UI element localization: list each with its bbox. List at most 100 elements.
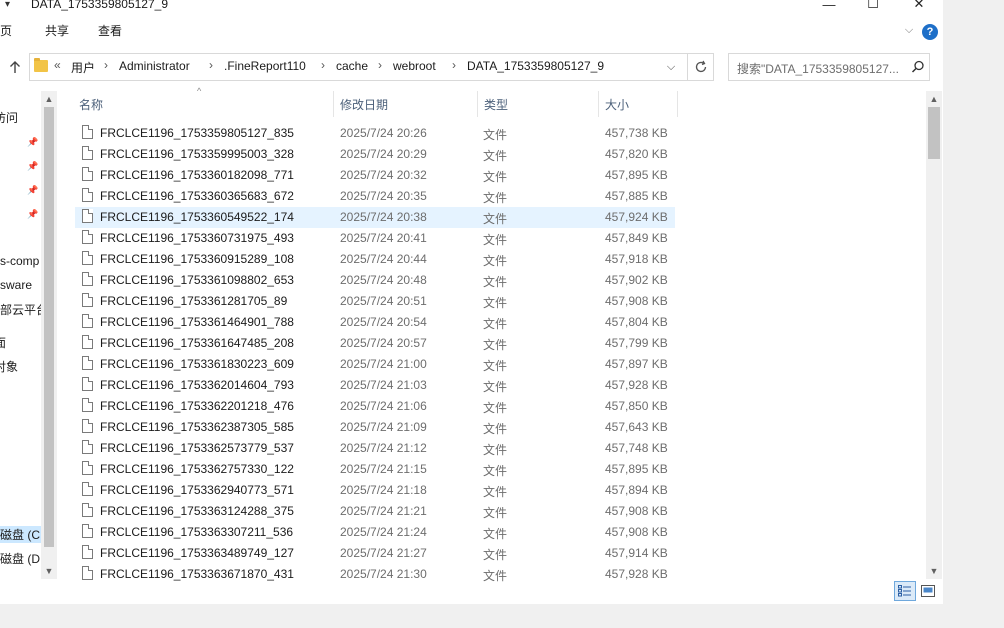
ribbon-expand-chevron-icon[interactable]: ⌵ <box>902 24 916 38</box>
table-row[interactable]: FRCLCE1196_1753362014604_793 2025/7/24 21… <box>75 375 675 396</box>
breadcrumb-users[interactable]: 用户 <box>71 59 95 76</box>
table-row[interactable]: FRCLCE1196_1753362573779_537 2025/7/24 21… <box>75 438 675 459</box>
file-size: 457,849 KB <box>605 231 668 245</box>
file-modified-date: 2025/7/24 20:26 <box>340 126 427 140</box>
breadcrumb-overflow[interactable]: « <box>54 58 61 72</box>
table-row[interactable]: FRCLCE1196_1753361281705_89 2025/7/24 20:… <box>75 291 675 312</box>
column-divider[interactable] <box>333 91 334 117</box>
table-row[interactable]: FRCLCE1196_1753361647485_208 2025/7/24 20… <box>75 333 675 354</box>
file-type: 文件 <box>483 149 508 163</box>
chevron-right-icon[interactable]: › <box>378 58 382 72</box>
table-row[interactable]: FRCLCE1196_1753362387305_585 2025/7/24 21… <box>75 417 675 438</box>
file-list-scrollbar[interactable]: ▲ ▼ <box>926 91 942 579</box>
breadcrumb-administrator[interactable]: Administrator <box>119 59 190 73</box>
breadcrumb-webroot[interactable]: webroot <box>393 59 436 73</box>
tab-share[interactable]: 共享 <box>45 22 69 39</box>
column-divider[interactable] <box>598 91 599 117</box>
chevron-right-icon[interactable]: › <box>321 58 325 72</box>
scroll-down-arrow-icon[interactable]: ▼ <box>41 563 57 579</box>
nav-pane-scrollbar[interactable]: ▲ ▼ <box>41 91 57 579</box>
table-row[interactable]: FRCLCE1196_1753359805127_835 2025/7/24 20… <box>75 123 675 144</box>
file-modified-date: 2025/7/24 21:21 <box>340 504 427 518</box>
file-modified-date: 2025/7/24 20:38 <box>340 210 427 224</box>
file-name: FRCLCE1196_1753362757330_122 <box>100 462 294 476</box>
file-icon <box>82 440 93 454</box>
tab-view[interactable]: 查看 <box>98 22 122 39</box>
pin-icon[interactable]: 📌 <box>27 185 38 195</box>
table-row[interactable]: FRCLCE1196_1753359995003_328 2025/7/24 20… <box>75 144 675 165</box>
pin-icon[interactable]: 📌 <box>27 161 38 171</box>
address-dropdown-icon[interactable]: ⌵ <box>662 58 680 76</box>
nav-item-desktop[interactable]: 面 <box>0 334 6 351</box>
search-icon[interactable] <box>911 60 925 74</box>
file-name: FRCLCE1196_1753360549522_174 <box>100 210 294 224</box>
chevron-right-icon[interactable]: › <box>452 58 456 72</box>
nav-item-sware[interactable]: sware <box>0 278 32 292</box>
table-row[interactable]: FRCLCE1196_1753362201218_476 2025/7/24 21… <box>75 396 675 417</box>
minimize-button[interactable]: — <box>806 0 852 13</box>
table-row[interactable]: FRCLCE1196_1753360731975_493 2025/7/24 20… <box>75 228 675 249</box>
search-input[interactable]: 搜索"DATA_1753359805127... <box>737 60 909 77</box>
table-row[interactable]: FRCLCE1196_1753361464901_788 2025/7/24 20… <box>75 312 675 333</box>
table-row[interactable]: FRCLCE1196_1753363124288_375 2025/7/24 21… <box>75 501 675 522</box>
file-icon <box>82 335 93 349</box>
file-icon <box>82 482 93 496</box>
file-name: FRCLCE1196_1753360731975_493 <box>100 231 294 245</box>
table-row[interactable]: FRCLCE1196_1753363671870_431 2025/7/24 21… <box>75 564 675 585</box>
file-type: 文件 <box>483 317 508 331</box>
table-row[interactable]: FRCLCE1196_1753361098802_653 2025/7/24 20… <box>75 270 675 291</box>
address-bar[interactable]: « 用户 › Administrator › .FineReport110 › … <box>29 53 714 81</box>
table-row[interactable]: FRCLCE1196_1753362940773_571 2025/7/24 21… <box>75 480 675 501</box>
scroll-down-arrow-icon[interactable]: ▼ <box>926 563 942 579</box>
file-type: 文件 <box>483 380 508 394</box>
table-row[interactable]: FRCLCE1196_1753360915289_108 2025/7/24 20… <box>75 249 675 270</box>
close-button[interactable]: ✕ <box>896 0 942 13</box>
nav-item-drive-d[interactable]: 磁盘 (D <box>0 550 40 567</box>
scroll-up-arrow-icon[interactable]: ▲ <box>926 91 942 107</box>
refresh-icon[interactable] <box>687 53 714 81</box>
file-modified-date: 2025/7/24 21:18 <box>340 483 427 497</box>
table-row[interactable]: FRCLCE1196_1753361830223_609 2025/7/24 21… <box>75 354 675 375</box>
help-icon[interactable]: ? <box>922 24 938 40</box>
search-box[interactable]: 搜索"DATA_1753359805127... <box>728 53 930 81</box>
file-modified-date: 2025/7/24 20:35 <box>340 189 427 203</box>
tab-home[interactable]: 主页 <box>0 22 12 39</box>
file-modified-date: 2025/7/24 20:44 <box>340 252 427 266</box>
nav-item-s-comp[interactable]: s-comp <box>0 254 39 268</box>
breadcrumb-cache[interactable]: cache <box>336 59 368 73</box>
file-list-scroll-thumb[interactable] <box>928 107 940 159</box>
table-row[interactable]: FRCLCE1196_1753362757330_122 2025/7/24 21… <box>75 459 675 480</box>
column-divider[interactable] <box>477 91 478 117</box>
file-name: FRCLCE1196_1753362940773_571 <box>100 483 294 497</box>
column-header-name[interactable]: 名称 <box>79 96 103 122</box>
arrow-up-icon[interactable] <box>6 58 24 76</box>
table-row[interactable]: FRCLCE1196_1753360365683_672 2025/7/24 20… <box>75 186 675 207</box>
scroll-up-arrow-icon[interactable]: ▲ <box>41 91 57 107</box>
window-title: DATA_1753359805127_9 <box>31 0 169 11</box>
table-row[interactable]: FRCLCE1196_1753360549522_174 2025/7/24 20… <box>75 207 675 228</box>
pin-icon[interactable]: 📌 <box>27 209 38 219</box>
large-icons-view-icon[interactable] <box>918 581 938 601</box>
table-row[interactable]: FRCLCE1196_1753363489749_127 2025/7/24 21… <box>75 543 675 564</box>
column-header-type[interactable]: 类型 <box>484 96 508 122</box>
file-icon <box>82 272 93 286</box>
chevron-right-icon[interactable]: › <box>104 58 108 72</box>
nav-item-quick-access[interactable]: 访问 <box>0 109 18 126</box>
pin-icon[interactable]: 📌 <box>27 137 38 147</box>
chevron-right-icon[interactable]: › <box>209 58 213 72</box>
file-type: 文件 <box>483 569 508 583</box>
details-view-icon[interactable] <box>894 581 916 601</box>
file-name: FRCLCE1196_1753363124288_375 <box>100 504 294 518</box>
nav-scroll-thumb[interactable] <box>44 107 54 547</box>
table-row[interactable]: FRCLCE1196_1753360182098_771 2025/7/24 20… <box>75 165 675 186</box>
column-header-date[interactable]: 修改日期 <box>340 96 388 122</box>
table-row[interactable]: FRCLCE1196_1753363307211_536 2025/7/24 21… <box>75 522 675 543</box>
column-divider[interactable] <box>677 91 678 117</box>
quick-access-dropdown-icon[interactable]: ▾ <box>5 0 10 10</box>
maximize-button[interactable]: ☐ <box>850 0 896 13</box>
file-icon <box>82 125 93 139</box>
breadcrumb-finereport[interactable]: .FineReport110 <box>224 59 306 73</box>
nav-item-3d-objects[interactable]: 对象 <box>0 358 18 375</box>
column-header-size[interactable]: 大小 <box>605 96 629 122</box>
breadcrumb-data-folder[interactable]: DATA_1753359805127_9 <box>467 59 604 73</box>
